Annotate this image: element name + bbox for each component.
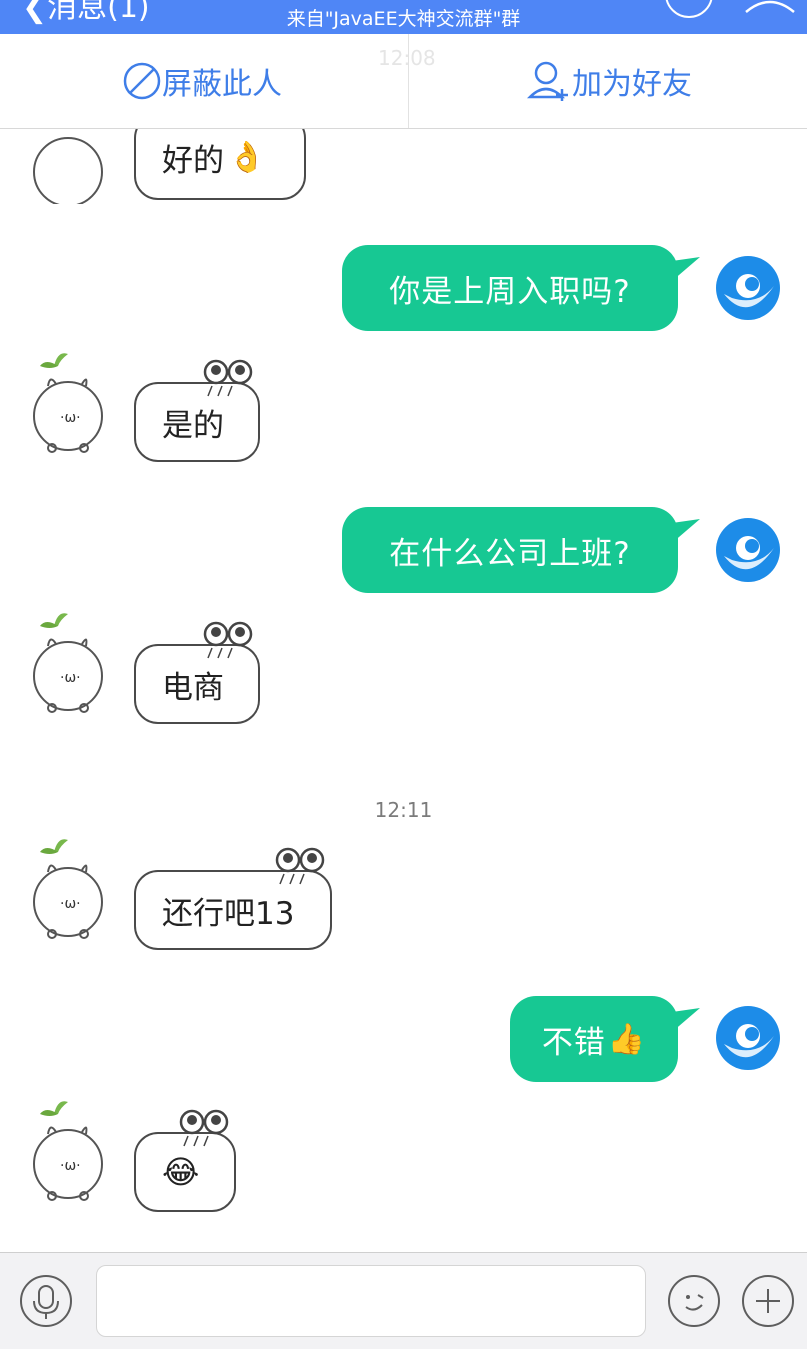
microphone-icon [33,1285,59,1319]
message-text: 是的 [162,407,224,444]
outgoing-message-bubble[interactable]: 不错 👍 [510,996,700,1082]
faded-timestamp-overlay: 12:08 [378,46,436,70]
message-text: 好的 [162,142,224,179]
my-avatar-logo-icon[interactable] [714,516,782,584]
svg-text:·ω·: ·ω· [60,896,81,912]
bubble-tail [672,519,700,543]
message-text: 在什么公司上班? [389,535,631,572]
avatar-bunny[interactable]: ·ω· [28,830,112,950]
thumbs-up-emoji-icon: 👍 [607,1021,647,1057]
incoming-message-bubble[interactable]: 还行吧13 [134,847,332,950]
smiley-icon [685,1294,704,1311]
svg-text:·ω·: ·ω· [60,670,81,686]
outgoing-message-bubble[interactable]: 你是上周入职吗? [342,245,700,331]
incoming-message-bubble[interactable]: 是的 [134,359,260,462]
ok-hand-emoji-icon: 👌 [228,139,266,175]
message-text: 你是上周入职吗? [389,273,631,310]
incoming-message-bubble[interactable]: 😂 [134,1109,236,1212]
message-input[interactable] [96,1265,646,1337]
svg-text:·ω·: ·ω· [60,1158,81,1174]
block-user-button-top[interactable]: 屏蔽此人 [122,59,282,103]
add-friend-label: 加为好友 [572,67,692,102]
action-divider [408,34,409,128]
plus-icon [756,1289,780,1313]
eyes-decoration-icon [203,359,253,397]
add-friend-button-top[interactable]: 加为好友 [526,59,692,103]
my-avatar-logo-icon[interactable] [714,1004,782,1072]
eyes-decoration-icon [275,847,325,885]
eyes-decoration-icon [203,621,253,659]
message-text: 电商 [162,669,224,706]
avatar-bunny[interactable]: ·ω· [28,1092,112,1212]
bubble-tail [672,1008,700,1032]
tears-of-joy-emoji-icon: 😂 [162,1153,200,1191]
voice-input-button[interactable] [20,1275,72,1327]
message-text: 不错 [541,1024,606,1061]
emoji-button[interactable] [668,1275,720,1327]
profile-icon[interactable] [742,0,798,14]
incoming-message-bubble[interactable]: 电商 [134,621,260,724]
timestamp: 12:11 [374,798,433,822]
eyes-decoration-icon [179,1109,229,1147]
block-user-label: 屏蔽此人 [162,67,282,102]
input-bar [0,1252,807,1349]
action-bar-cover: 12:08 屏蔽此人 加为好友 [0,34,807,129]
my-avatar-logo-icon[interactable] [714,254,782,322]
top-bar: ❮消息(1) 来自"JavaEE大神交流群"群 [0,0,807,34]
outgoing-message-bubble[interactable]: 在什么公司上班? [342,507,700,593]
block-icon [123,62,161,100]
add-friend-icon [526,61,568,101]
avatar-bunny[interactable]: ·ω· [28,344,112,464]
more-options-button[interactable] [742,1275,794,1327]
message-text: 还行吧13 [162,895,295,932]
avatar-bunny[interactable]: ·ω· [28,604,112,724]
svg-text:·ω·: ·ω· [60,410,81,426]
bubble-tail [672,257,700,281]
